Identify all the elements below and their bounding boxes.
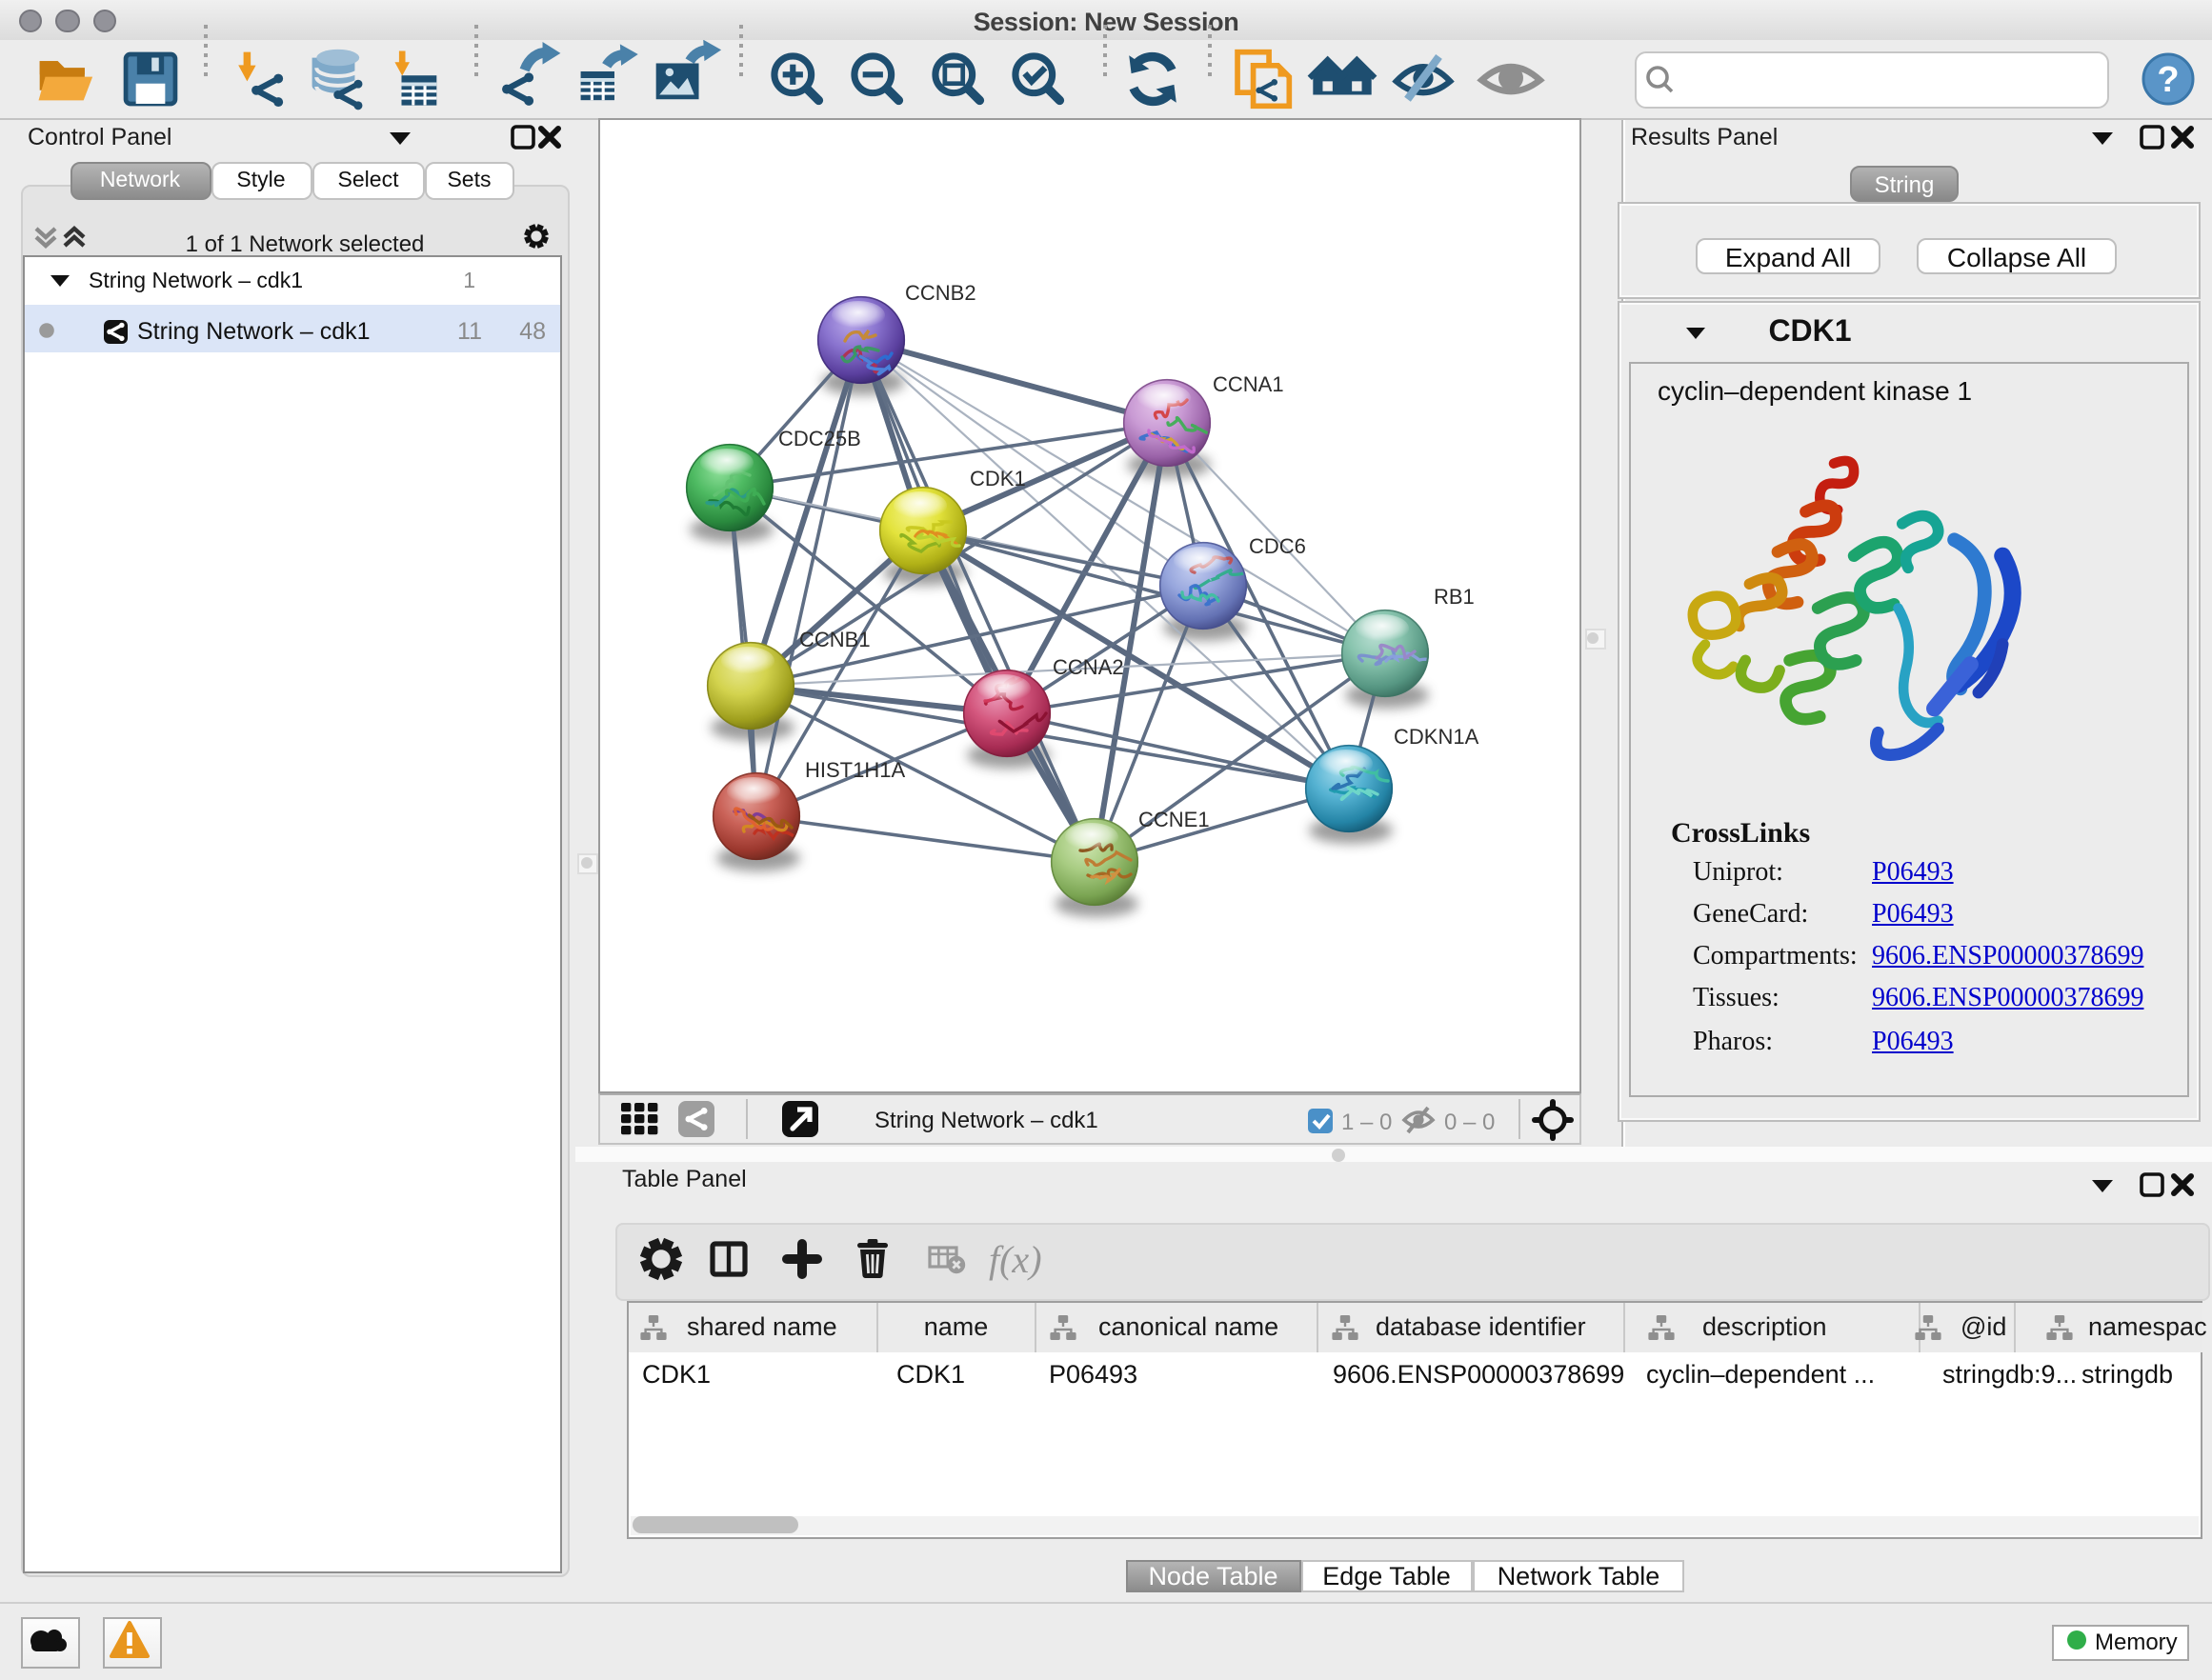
svg-text:CCNB1: CCNB1 (799, 628, 871, 651)
svg-text:CCNB2: CCNB2 (905, 281, 976, 305)
svg-text:CDKN1A: CDKN1A (1394, 725, 1479, 749)
svg-text:f(x): f(x) (988, 1237, 1041, 1280)
svg-text:CDK1: CDK1 (970, 467, 1026, 490)
svg-text:CDC6: CDC6 (1249, 534, 1306, 558)
svg-text:CDC25B: CDC25B (778, 427, 861, 450)
svg-text:CCNA1: CCNA1 (1213, 372, 1284, 396)
svg-text:HIST1H1A: HIST1H1A (805, 758, 905, 782)
svg-text:CCNE1: CCNE1 (1138, 808, 1210, 831)
svg-text:RB1: RB1 (1434, 585, 1475, 609)
svg-text:CCNA2: CCNA2 (1053, 655, 1124, 679)
svg-text:?: ? (2157, 60, 2179, 100)
